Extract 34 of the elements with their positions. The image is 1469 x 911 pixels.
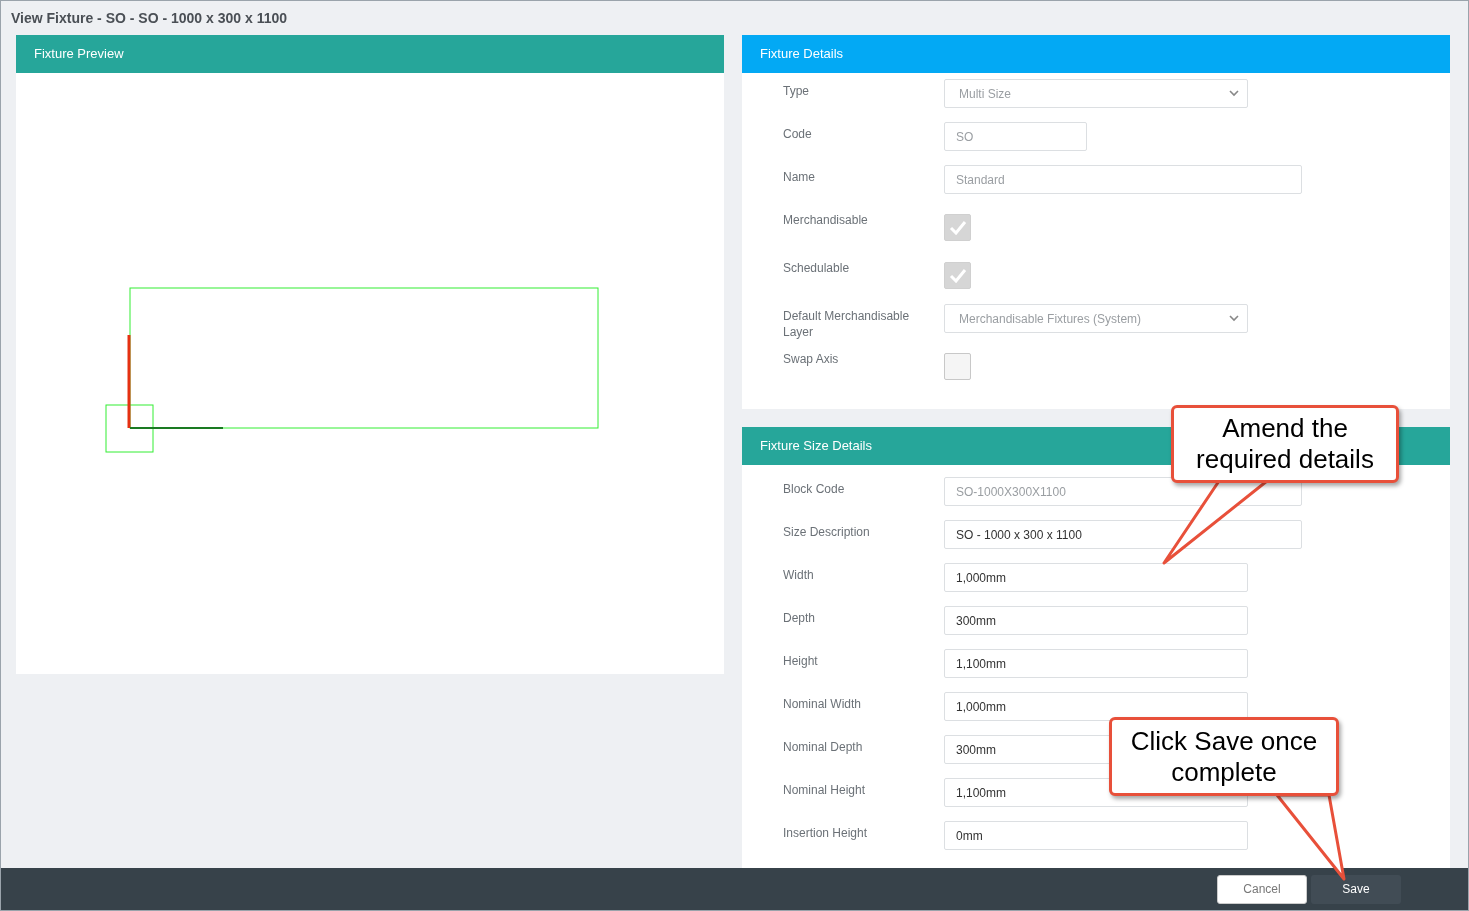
field-label: Block Code bbox=[783, 481, 846, 497]
field-label: Code bbox=[783, 126, 813, 142]
chevron-down-icon bbox=[1229, 315, 1239, 322]
field-label: Schedulable bbox=[783, 260, 851, 276]
field-label: Name bbox=[783, 169, 816, 185]
field-label: Depth bbox=[783, 610, 817, 626]
field-label: Insertion Height bbox=[783, 825, 869, 841]
field-label: Nominal Depth bbox=[783, 739, 864, 755]
input-field[interactable]: 300mm bbox=[944, 606, 1248, 635]
field-label: Nominal Height bbox=[783, 782, 867, 798]
input-field[interactable]: 1,000mm bbox=[944, 563, 1248, 592]
checkbox[interactable] bbox=[944, 353, 971, 380]
field-label: Swap Axis bbox=[783, 351, 840, 367]
field-label: Height bbox=[783, 653, 819, 669]
input-field[interactable]: 0mm bbox=[944, 821, 1248, 850]
input-field[interactable]: 1,100mm bbox=[944, 649, 1248, 678]
panel-title: Fixture Preview bbox=[34, 45, 124, 64]
input-field[interactable]: SO - 1000 x 300 x 1100 bbox=[944, 520, 1302, 549]
field-label: Merchandisable bbox=[783, 212, 869, 228]
checkmark-icon bbox=[948, 268, 967, 283]
cancel-button[interactable]: Cancel bbox=[1217, 874, 1307, 904]
field-label: Size Description bbox=[783, 524, 871, 540]
save-button[interactable]: Save bbox=[1311, 874, 1401, 904]
callout-tooltip: Amend the required details bbox=[1171, 405, 1399, 483]
field-label: Type bbox=[783, 83, 810, 99]
input-field[interactable]: 1,000mm bbox=[944, 692, 1248, 721]
panel-title: Fixture Details bbox=[760, 45, 844, 64]
field-label: Width bbox=[783, 567, 815, 583]
field-label: Default Merchandisable Layer bbox=[783, 308, 911, 340]
panel-title: Fixture Size Details bbox=[760, 437, 872, 456]
window-title: View Fixture - SO - SO - 1000 x 300 x 1100 bbox=[11, 8, 287, 28]
chevron-down-icon bbox=[1229, 90, 1239, 97]
checkmark-icon bbox=[948, 220, 967, 235]
field-label: Nominal Width bbox=[783, 696, 863, 712]
